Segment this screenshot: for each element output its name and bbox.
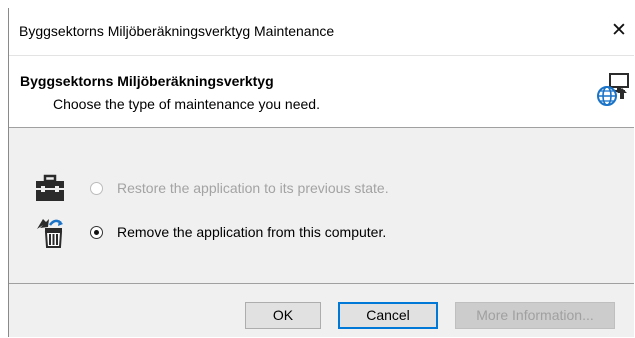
maintenance-dialog: Byggsektorns Miljöberäkningsverktyg Main… — [8, 8, 634, 337]
more-information-button[interactable]: More Information... — [455, 302, 615, 329]
header-subtitle: Choose the type of maintenance you need. — [53, 96, 320, 112]
footer-divider — [9, 283, 634, 284]
maintenance-options: Restore the application to its previous … — [9, 128, 634, 283]
restore-radio[interactable] — [90, 182, 103, 195]
window-title: Byggsektorns Miljöberäkningsverktyg Main… — [19, 23, 335, 39]
ok-button[interactable]: OK — [245, 302, 321, 329]
toolbox-icon — [36, 174, 64, 201]
cancel-button[interactable]: Cancel — [338, 302, 438, 329]
trash-remove-icon — [37, 219, 63, 248]
remove-radio[interactable] — [90, 226, 103, 239]
option-remove: Remove the application from this compute… — [9, 215, 634, 249]
remove-option-label[interactable]: Remove the application from this compute… — [117, 224, 386, 240]
option-restore: Restore the application to its previous … — [9, 171, 634, 205]
title-bar: Byggsektorns Miljöberäkningsverktyg Main… — [9, 8, 634, 55]
globe-computer-icon — [597, 73, 629, 106]
header-title: Byggsektorns Miljöberäkningsverktyg — [20, 73, 274, 89]
restore-option-label: Restore the application to its previous … — [117, 180, 389, 196]
close-button[interactable]: ✕ — [604, 16, 634, 46]
dialog-header: Byggsektorns Miljöberäkningsverktyg Choo… — [9, 55, 634, 128]
close-icon: ✕ — [611, 20, 627, 41]
